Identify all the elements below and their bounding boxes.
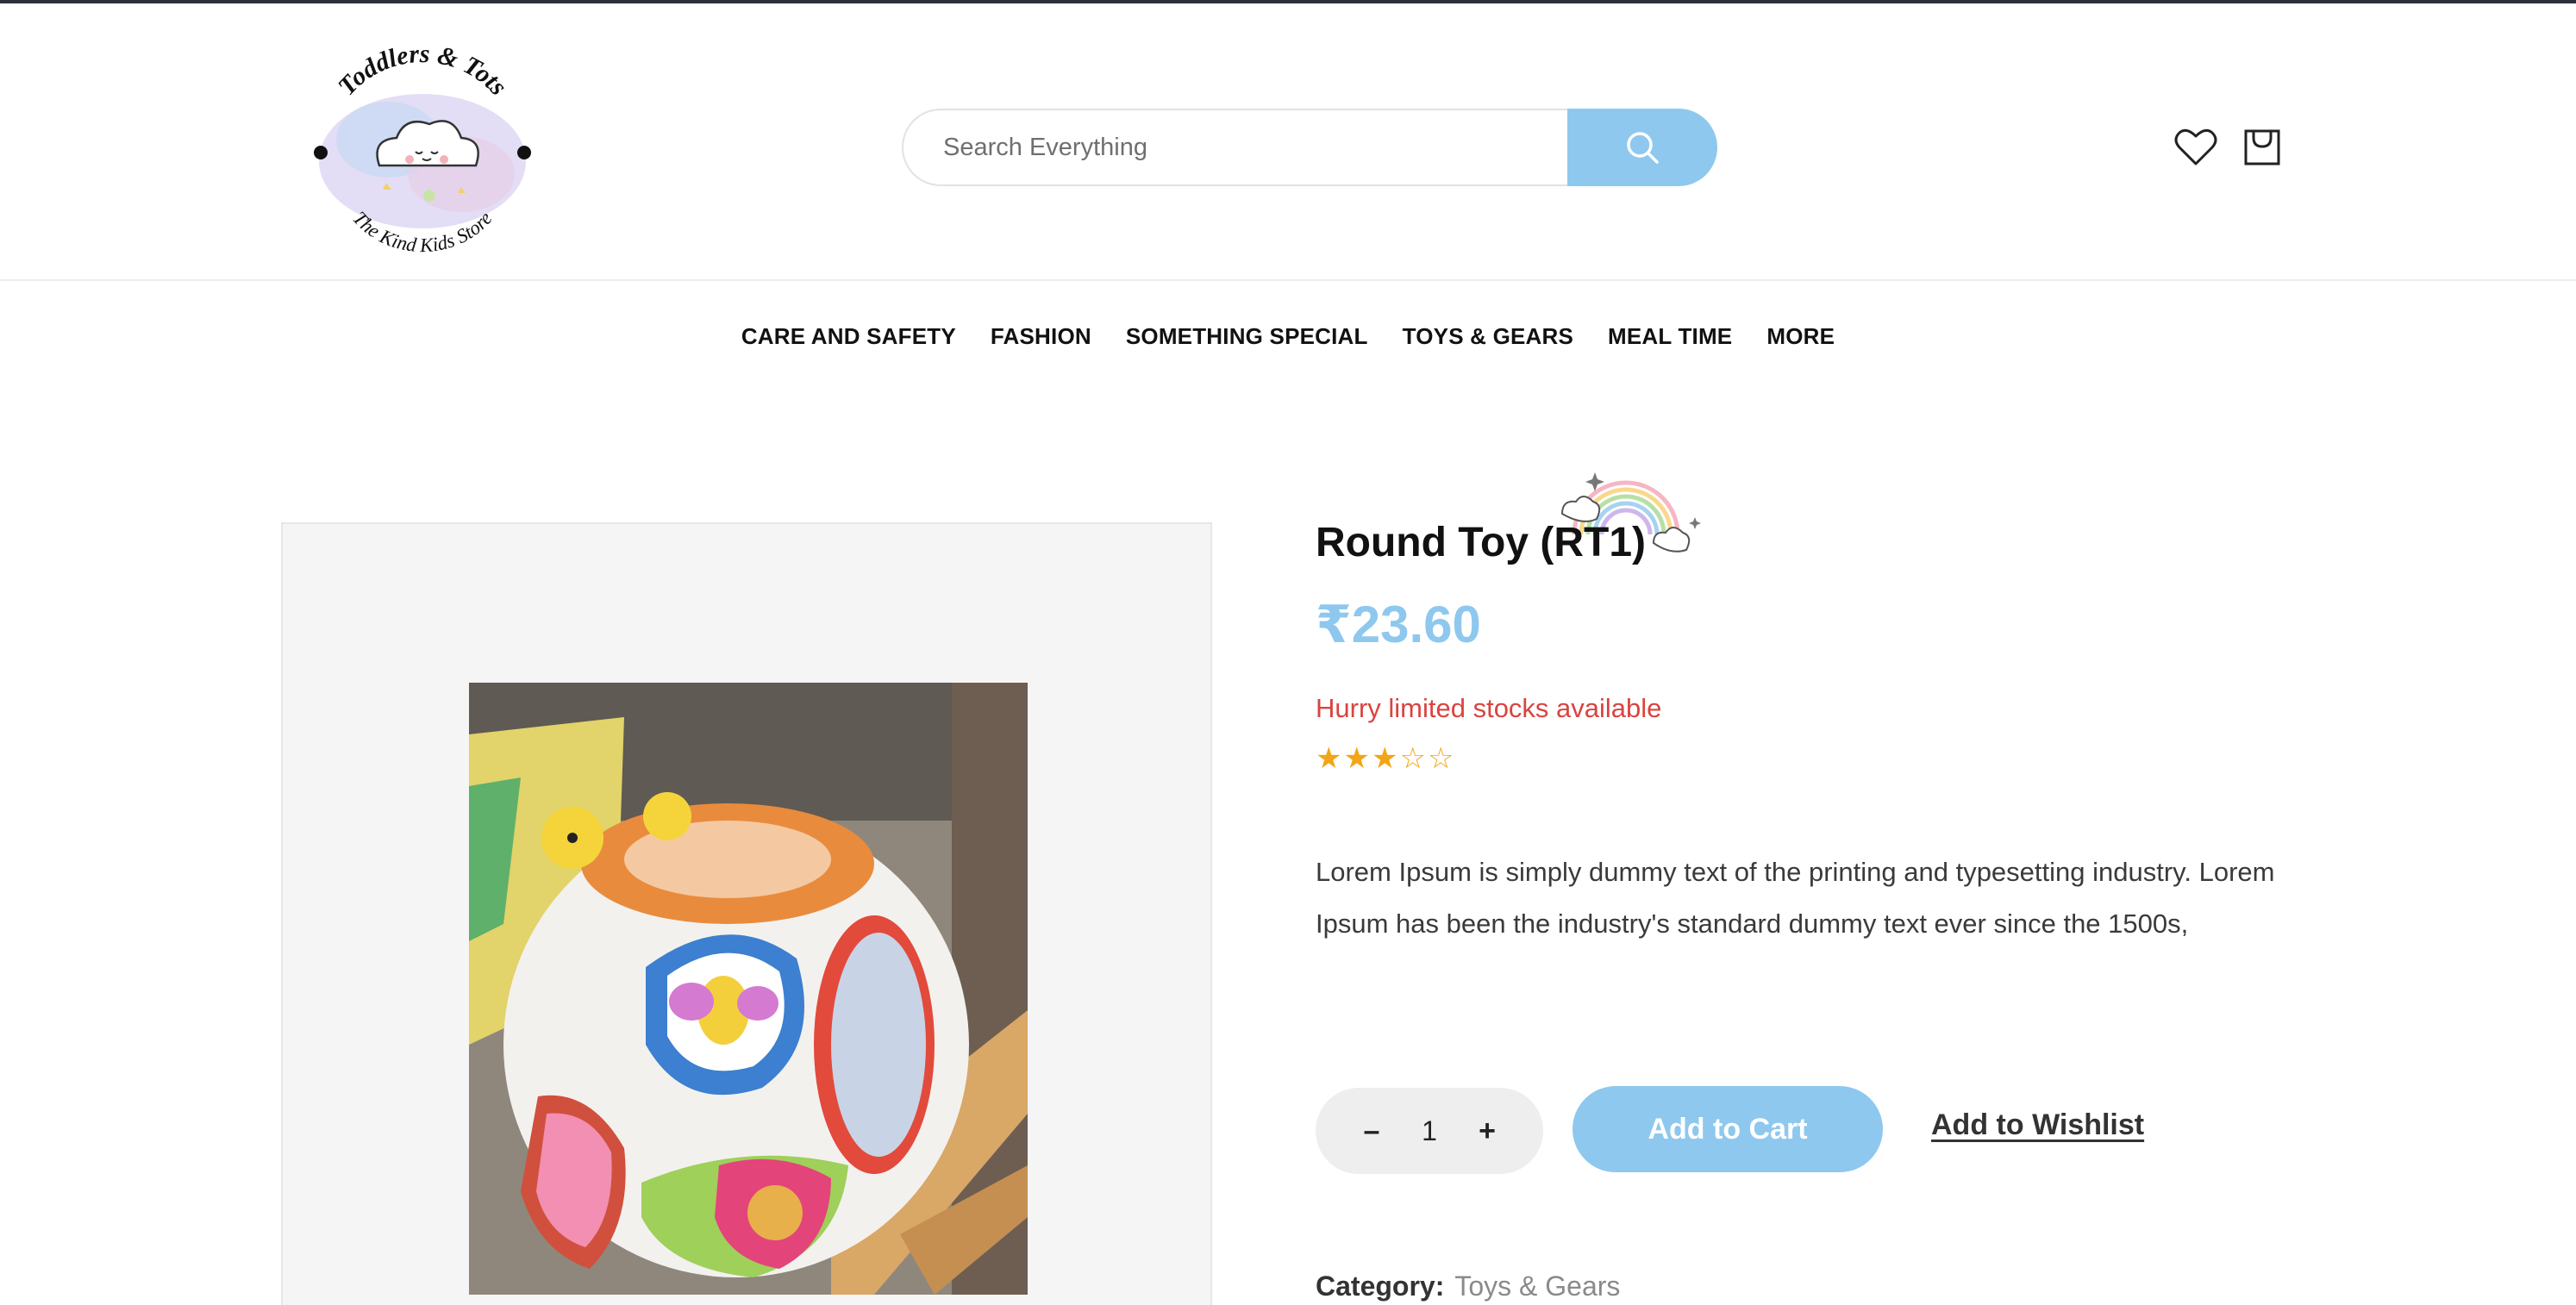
- search-bar: [902, 109, 1717, 186]
- heart-icon[interactable]: [2174, 128, 2217, 167]
- rating-stars: ★ ★ ★ ☆ ☆: [1316, 741, 1454, 776]
- add-to-wishlist-link[interactable]: Add to Wishlist: [1931, 1108, 2144, 1142]
- category-link[interactable]: Toys & Gears: [1454, 1271, 1620, 1302]
- quantity-increment-button[interactable]: +: [1470, 1115, 1504, 1148]
- nav-item-something-special[interactable]: SOMETHING SPECIAL: [1126, 319, 1368, 353]
- product-title: Round Toy (RT1): [1316, 520, 1647, 565]
- search-button[interactable]: [1567, 109, 1717, 186]
- round-toy-photo: [469, 683, 1028, 1295]
- cloud-logo-icon: Toddlers & Tots The Kind Kids Store: [314, 40, 531, 256]
- shopping-bag-icon[interactable]: [2243, 128, 2281, 167]
- product-price: ₹23.60: [1316, 596, 1481, 653]
- nav-item-more[interactable]: MORE: [1766, 319, 1835, 353]
- product-photo[interactable]: [469, 683, 1028, 1295]
- main-nav: CARE AND SAFETY FASHION SOMETHING SPECIA…: [0, 319, 2576, 353]
- product-description: Lorem Ipsum is simply dummy text of the …: [1316, 857, 2275, 939]
- store-logo[interactable]: Toddlers & Tots The Kind Kids Store: [284, 40, 560, 260]
- star-empty-icon: ☆: [1427, 741, 1454, 776]
- quantity-decrement-button[interactable]: –: [1354, 1115, 1389, 1148]
- nav-item-meal-time[interactable]: MEAL TIME: [1608, 319, 1732, 353]
- product-image-panel: [281, 522, 1212, 1305]
- add-to-cart-button[interactable]: Add to Cart: [1572, 1086, 1883, 1172]
- quantity-value[interactable]: 1: [1408, 1115, 1451, 1147]
- nav-item-toys-and-gears[interactable]: TOYS & GEARS: [1403, 319, 1573, 353]
- star-filled-icon: ★: [1316, 741, 1342, 776]
- quantity-stepper: – 1 +: [1316, 1088, 1543, 1174]
- star-filled-icon: ★: [1343, 741, 1370, 776]
- stock-warning: Hurry limited stocks available: [1316, 693, 1662, 723]
- nav-item-care-and-safety[interactable]: CARE AND SAFETY: [741, 319, 956, 353]
- site-header: Toddlers & Tots The Kind Kids Store: [0, 3, 2576, 281]
- nav-item-fashion[interactable]: FASHION: [991, 319, 1091, 353]
- category-label: Category:: [1316, 1271, 1445, 1302]
- star-filled-icon: ★: [1371, 741, 1398, 776]
- product-details: Round Toy (RT1) ₹23.60 Hurry limited sto…: [1316, 448, 2350, 1305]
- search-input[interactable]: [902, 109, 1583, 186]
- search-icon: [1627, 132, 1659, 164]
- star-empty-icon: ☆: [1399, 741, 1426, 776]
- svg-text:Toddlers & Tots: Toddlers & Tots: [333, 45, 513, 101]
- product-category: Category: Toys & Gears: [1316, 1271, 1620, 1302]
